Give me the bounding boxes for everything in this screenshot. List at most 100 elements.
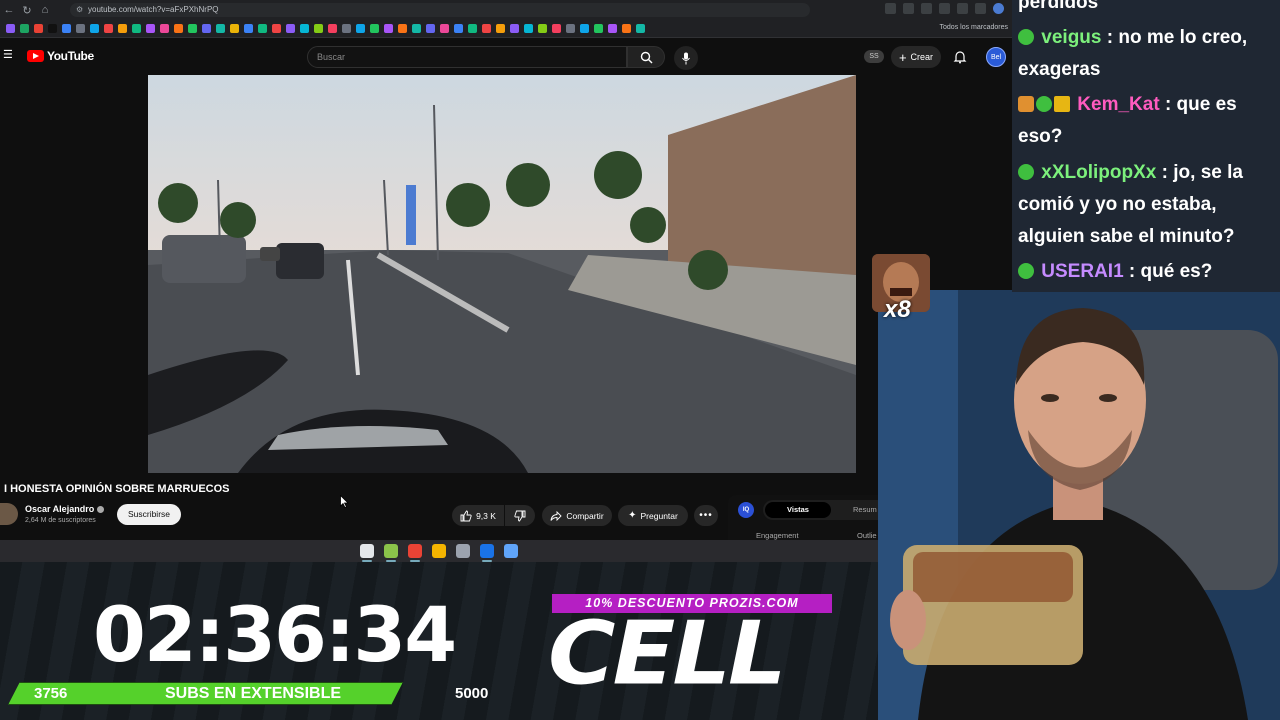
bookmark-icon[interactable] [216,24,225,33]
create-label: Crear [910,52,934,62]
bookmark-icon[interactable] [608,24,617,33]
subscribe-button[interactable]: Suscribirse [117,504,181,525]
share-button[interactable]: Compartir [542,505,612,526]
bookmark-icon[interactable] [300,24,309,33]
bookmark-icon[interactable] [440,24,449,33]
search-button[interactable] [627,46,665,68]
search-input[interactable]: Buscar [307,46,627,68]
taskbar-app-icon[interactable] [504,544,518,558]
bookmark-icon[interactable] [258,24,267,33]
bookmark-icon[interactable] [468,24,477,33]
bookmark-icon[interactable] [398,24,407,33]
bookmark-icon[interactable] [272,24,281,33]
bookmark-icon[interactable] [6,24,15,33]
taskbar-app-icon[interactable] [456,544,470,558]
ss-badge[interactable]: SS [864,50,884,63]
account-avatar-text: Bel [990,53,1002,61]
taskbar-app-icon[interactable] [408,544,422,562]
bookmark-icon[interactable] [342,24,351,33]
bookmark-icon[interactable] [328,24,337,33]
bookmark-icon[interactable] [314,24,323,33]
taskbar-app-icon[interactable] [432,544,446,558]
site-info-icon[interactable]: ⚙ [76,3,83,17]
back-icon[interactable]: ← [0,1,18,19]
chat-username: USERAI1 [1041,261,1124,282]
like-button[interactable]: 9,3 K [452,505,504,526]
bookmark-icon[interactable] [510,24,519,33]
address-bar[interactable]: ⚙ youtube.com/watch?v=aFxPXhNrPQ [70,3,810,17]
profile-icon[interactable] [993,3,1004,14]
taskbar-app-icon[interactable] [360,544,374,562]
bookmark-icon[interactable] [118,24,127,33]
taskbar-app-icon[interactable] [480,544,494,562]
bookmark-icon[interactable] [244,24,253,33]
home-icon[interactable]: ⌂ [36,1,54,19]
bookmark-icon[interactable] [538,24,547,33]
bookmark-icon[interactable] [454,24,463,33]
bookmark-icon[interactable] [286,24,295,33]
video-player[interactable] [148,75,856,473]
extension-icon[interactable] [975,3,986,14]
chat-message-continuation: alguien sabe el minuto? [1018,226,1235,247]
channel-subscriber-count: 2,64 M de suscriptores [25,517,96,524]
bookmark-icon[interactable] [356,24,365,33]
bookmark-icon[interactable] [412,24,421,33]
extension-icon[interactable] [957,3,968,14]
bookmark-icon[interactable] [174,24,183,33]
channel-avatar[interactable] [0,503,18,525]
vidiq-logo-icon[interactable]: IQ [738,502,754,518]
bookmark-icon[interactable] [636,24,645,33]
bookmark-icon[interactable] [384,24,393,33]
video-frame [148,75,856,473]
bookmark-icon[interactable] [20,24,29,33]
bookmark-icon[interactable] [160,24,169,33]
bookmark-icon[interactable] [146,24,155,33]
youtube-logo[interactable]: YouTube [27,49,94,63]
chat-message-continuation: comió y yo no estaba, [1018,194,1217,215]
bookmark-icon[interactable] [622,24,631,33]
voice-search-button[interactable] [674,46,698,70]
extension-icon[interactable] [921,3,932,14]
channel-name[interactable]: Oscar Alejandro [25,504,94,514]
bookmark-icon[interactable] [76,24,85,33]
taskbar-app-icon[interactable] [384,544,398,562]
bookmark-icon[interactable] [552,24,561,33]
more-actions-button[interactable]: ••• [694,505,718,526]
tab-vistas[interactable]: Vistas [765,502,831,518]
bookmark-icon[interactable] [370,24,379,33]
reload-icon[interactable]: ↻ [18,1,36,19]
extension-icon[interactable] [885,3,896,14]
bookmark-icon[interactable] [496,24,505,33]
bookmark-icon[interactable] [426,24,435,33]
account-avatar[interactable]: Bel [986,47,1006,67]
address-url: youtube.com/watch?v=aFxPXhNrPQ [88,5,219,14]
bookmark-icon[interactable] [580,24,589,33]
bookmark-icon[interactable] [230,24,239,33]
notifications-icon[interactable] [953,50,967,64]
engagement-label: Engagement [756,531,799,540]
chat-text: : que es [1164,94,1237,115]
bookmark-icon[interactable] [594,24,603,33]
bookmark-icon[interactable] [34,24,43,33]
create-button[interactable]: + Crear [891,46,941,68]
ask-button[interactable]: ✦ Preguntar [618,505,688,526]
tab-resumen[interactable]: Resum [853,502,877,518]
bookmark-icon[interactable] [524,24,533,33]
bookmark-icon[interactable] [482,24,491,33]
all-bookmarks-folder[interactable]: Todos los marcadores [940,24,1008,31]
bookmark-icon[interactable] [90,24,99,33]
extension-icon[interactable] [939,3,950,14]
bookmark-icon[interactable] [202,24,211,33]
bookmark-icon[interactable] [48,24,57,33]
extension-icon[interactable] [903,3,914,14]
bookmark-icon[interactable] [104,24,113,33]
bookmark-icon[interactable] [132,24,141,33]
chat-message: veigus : no me lo creo, [1018,22,1247,54]
bookmark-icon[interactable] [566,24,575,33]
chat-text: : qué es? [1128,261,1213,282]
bookmark-icon[interactable] [188,24,197,33]
bookmark-icon[interactable] [62,24,71,33]
menu-icon[interactable]: ☰ [3,50,13,61]
dislike-button[interactable] [505,505,535,526]
channel-name-row[interactable]: Oscar Alejandro [25,504,105,514]
